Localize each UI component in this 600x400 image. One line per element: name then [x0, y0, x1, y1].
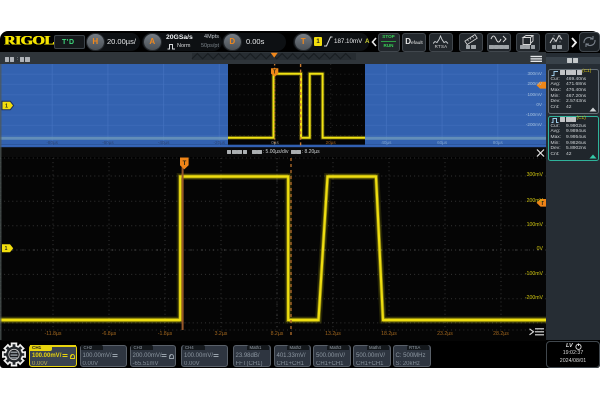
- svg-text:1: 1: [5, 246, 8, 252]
- svg-text:T: T: [183, 161, 187, 167]
- svg-text:T: T: [273, 69, 276, 75]
- svg-text:1: 1: [5, 104, 8, 110]
